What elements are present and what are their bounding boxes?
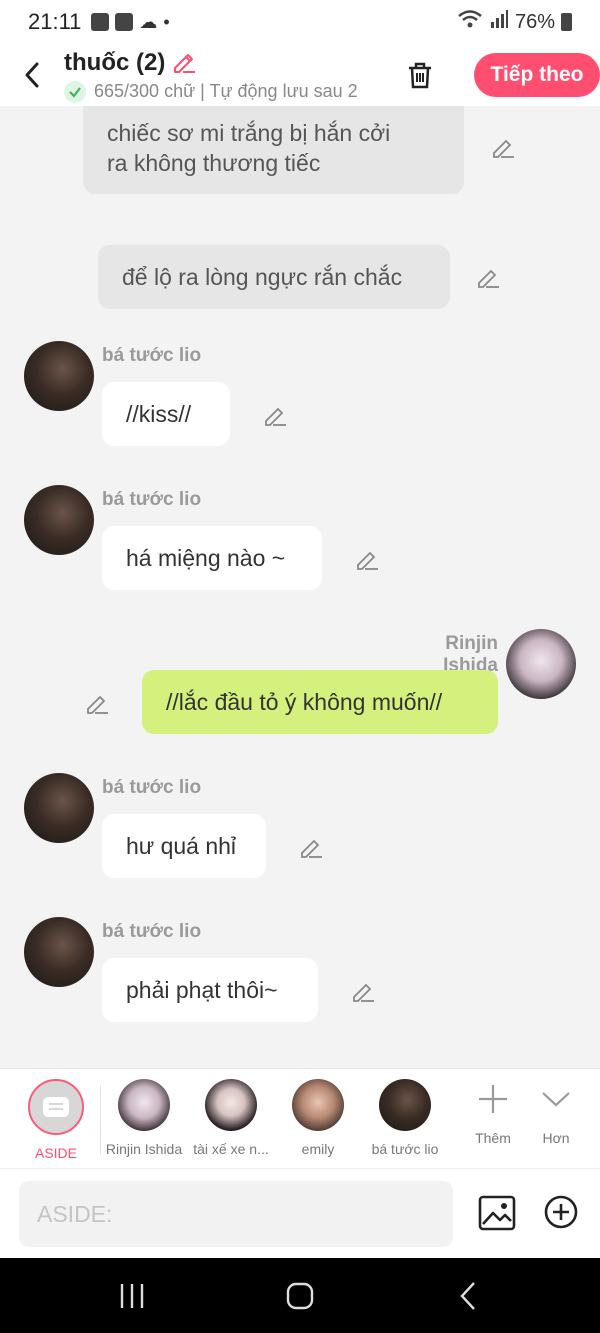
character-name: bá tước lio (371, 1141, 439, 1157)
character-name: emily (301, 1141, 335, 1157)
add-label: Thêm (475, 1130, 511, 1146)
message-input[interactable] (19, 1181, 453, 1247)
trash-icon (409, 62, 431, 89)
character-name: tài xế xe n... (193, 1141, 269, 1157)
input-bar (0, 1168, 600, 1258)
header: thuốc (2) 665/300 chữ | Tự động lưu sau … (0, 44, 600, 106)
battery-percent: 76% (514, 10, 555, 33)
message-text: //lắc đầu tỏ ý không muốn// (166, 689, 443, 715)
avatar (118, 1079, 170, 1131)
message-text: ra không thương tiếc (107, 150, 321, 176)
sender-name: bá tước lio (102, 777, 202, 798)
message-text: để lộ ra lòng ngực rắn chắc (122, 264, 403, 290)
avatar-ba-tuoc-lio[interactable] (24, 341, 94, 411)
character-aside[interactable]: ASIDE (12, 1079, 100, 1161)
dot-icon: • (163, 11, 170, 32)
aside-message[interactable]: để lộ ra lòng ngực rắn chắc (98, 245, 450, 309)
message-text: há miệng nào ~ (126, 545, 286, 571)
chat-area: chiếc sơ mi trắng bị hắn cởi ra không th… (0, 106, 600, 1068)
plus-icon (479, 1085, 507, 1113)
character-bar: ASIDE Rinjin Ishida tài xế xe n... emily… (0, 1068, 600, 1168)
message-text: chiếc sơ mi trắng bị hắn cởi (107, 120, 391, 146)
page-title: thuốc (2) (64, 49, 166, 76)
chevron-left-icon (25, 62, 39, 88)
left-message[interactable]: hư quá nhỉ (102, 814, 266, 878)
aside-icon (28, 1079, 84, 1135)
avatar-ba-tuoc-lio[interactable] (24, 773, 94, 843)
left-message[interactable]: phải phạt thôi~ (102, 958, 318, 1022)
edit-title-icon[interactable] (171, 48, 197, 79)
title-block: thuốc (2) 665/300 chữ | Tự động lưu sau … (64, 48, 374, 103)
avatar (379, 1079, 431, 1131)
avatar (205, 1079, 257, 1131)
edit-message-icon[interactable] (298, 834, 324, 860)
character-tai-xe[interactable]: tài xế xe n... (187, 1079, 275, 1157)
gallery-notification-icon (91, 13, 110, 31)
edit-message-icon[interactable] (475, 264, 501, 290)
back-button[interactable] (0, 44, 64, 106)
system-nav-bar (0, 1258, 600, 1333)
avatar-ba-tuoc-lio[interactable] (24, 485, 94, 555)
sender-name: bá tước lio (102, 489, 202, 510)
character-name: ASIDE (34, 1145, 77, 1161)
sender-name: bá tước lio (102, 345, 202, 366)
edit-message-icon[interactable] (350, 978, 376, 1004)
check-icon (64, 80, 86, 103)
system-icons: 76% (457, 9, 572, 35)
cloud-icon: ☁ (139, 11, 158, 32)
recent-apps-icon[interactable] (114, 1278, 150, 1314)
sender-name: bá tước lio (102, 921, 202, 942)
character-name: Rinjin Ishida (105, 1141, 183, 1157)
aside-message[interactable]: chiếc sơ mi trắng bị hắn cởi ra không th… (83, 106, 464, 194)
add-character-button[interactable]: Thêm (463, 1083, 523, 1146)
message-text: hư quá nhỉ (126, 833, 237, 859)
status-bar: 21:11 ☁ • 76% (0, 0, 600, 44)
signal-icon (489, 9, 509, 35)
avatar (292, 1079, 344, 1131)
status-time: 21:11 (28, 9, 82, 34)
avatar-ba-tuoc-lio[interactable] (24, 917, 94, 987)
left-message[interactable]: //kiss// (102, 382, 230, 446)
next-button[interactable]: Tiếp theo (474, 53, 600, 97)
avatar-rinjin-ishida[interactable] (506, 629, 576, 699)
battery-icon (561, 13, 572, 31)
edit-message-icon[interactable] (354, 546, 380, 572)
edit-message-icon[interactable] (84, 690, 110, 716)
left-message[interactable]: há miệng nào ~ (102, 526, 322, 590)
back-nav-icon[interactable] (452, 1278, 488, 1314)
message-text: phải phạt thôi~ (126, 977, 278, 1003)
message-text: //kiss// (126, 401, 192, 427)
add-circle-icon[interactable] (544, 1195, 578, 1229)
character-emily[interactable]: emily (274, 1079, 362, 1157)
right-message[interactable]: //lắc đầu tỏ ý không muốn// (142, 670, 498, 734)
chevron-down-icon (542, 1092, 570, 1107)
more-label: Hơn (542, 1130, 570, 1146)
character-ba-tuoc-lio[interactable]: bá tước lio (361, 1079, 449, 1157)
home-icon[interactable] (282, 1278, 318, 1314)
notification-icons: ☁ • (91, 11, 170, 33)
edit-message-icon[interactable] (262, 402, 288, 428)
delete-button[interactable] (402, 57, 438, 93)
wifi-icon (457, 9, 483, 35)
character-rinjin-ishida[interactable]: Rinjin Ishida (100, 1079, 188, 1157)
edit-message-icon[interactable] (490, 134, 516, 160)
autosave-status: 665/300 chữ | Tự động lưu sau 2 (94, 81, 358, 101)
image-icon[interactable] (478, 1194, 516, 1232)
more-button[interactable]: Hơn (526, 1083, 586, 1146)
video-notification-icon (115, 13, 134, 31)
